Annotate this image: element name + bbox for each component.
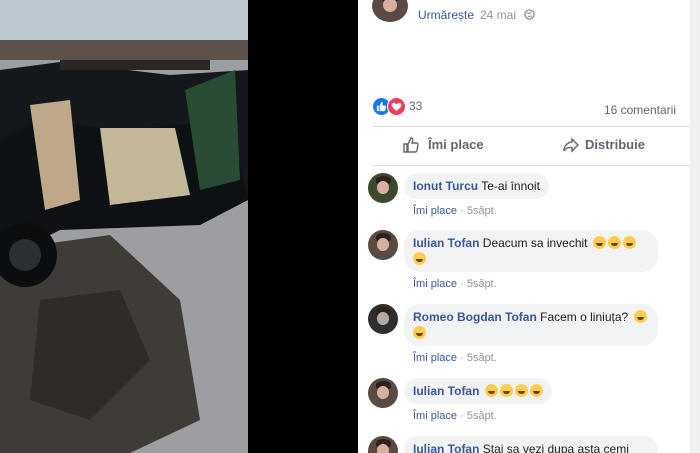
comment-time[interactable]: 5săpt.	[467, 352, 497, 364]
post-photo[interactable]	[0, 0, 248, 453]
separator-dot: ·	[468, 8, 472, 22]
post-header: Urmărește · 24 mai	[358, 0, 700, 30]
commenter-avatar[interactable]	[368, 436, 398, 453]
comment-like-link[interactable]: Îmi place	[413, 352, 457, 364]
post-panel: Urmărește · 24 mai 33 16 comentarii Îmi …	[358, 0, 700, 453]
separator-dot: ·	[460, 410, 464, 422]
comment-bubble: Iulian Tofan Deacum sa invechit	[404, 230, 658, 272]
commenter-avatar[interactable]	[368, 173, 398, 203]
page-avatar[interactable]	[372, 0, 408, 22]
comment-text: Deacum sa invechit	[482, 236, 588, 250]
comment-like-link[interactable]: Îmi place	[413, 410, 457, 422]
reaction-count: 33	[409, 99, 423, 113]
separator-dot: ·	[460, 352, 464, 364]
like-button-label: Îmi place	[428, 137, 484, 152]
comment-meta: Îmi place · 5săpt.	[413, 352, 497, 364]
rofl-emoji-icon	[633, 310, 647, 323]
rofl-emoji-icon	[484, 384, 498, 397]
rofl-emoji-icon	[413, 326, 426, 339]
rofl-emoji-icon	[514, 384, 528, 397]
comment-like-link[interactable]: Îmi place	[413, 278, 457, 290]
commenter-avatar[interactable]	[368, 230, 398, 260]
comment-meta: Îmi place · 5săpt.	[413, 205, 497, 217]
separator-dot: ·	[460, 205, 464, 217]
comment-author[interactable]: Romeo Bogdan Tofan	[413, 310, 537, 324]
comment-time[interactable]: 5săpt.	[467, 205, 497, 217]
comment-author[interactable]: Iulian Tofan	[413, 384, 479, 398]
comment-text: Stai sa vezi dupa asta cemi	[482, 442, 629, 453]
separator-dot: ·	[460, 278, 464, 290]
comment-text: Te-ai înnoit	[481, 179, 540, 193]
rofl-emoji-icon	[499, 384, 513, 397]
rofl-emoji-icon	[529, 384, 543, 397]
comment-author[interactable]: Iulian Tofan	[413, 442, 479, 453]
rofl-emoji-icon	[622, 236, 636, 249]
comment-bubble: Ionut Turcu Te-ai înnoit	[404, 173, 549, 199]
comment-time[interactable]: 5săpt.	[467, 278, 497, 290]
comment-author[interactable]: Ionut Turcu	[413, 179, 478, 193]
scrollbar[interactable]	[690, 0, 700, 453]
share-icon	[563, 137, 579, 153]
comments-count-link[interactable]: 16 comentarii	[604, 103, 676, 117]
comment-meta: Îmi place · 5săpt.	[413, 410, 497, 422]
comment-text: Facem o liniuța?	[540, 310, 629, 324]
comment-like-link[interactable]: Îmi place	[413, 205, 457, 217]
commenter-avatar[interactable]	[368, 304, 398, 334]
commenter-avatar[interactable]	[368, 378, 398, 408]
divider	[372, 165, 692, 166]
rofl-emoji-icon	[413, 252, 426, 265]
post-date[interactable]: 24 mai	[480, 8, 516, 22]
comment-meta: Îmi place · 5săpt.	[413, 278, 497, 290]
comment-bubble: Iulian Tofan Stai sa vezi dupa asta cemi	[404, 436, 658, 453]
love-reaction-icon	[387, 97, 406, 116]
comment-time[interactable]: 5săpt.	[467, 410, 497, 422]
follow-link[interactable]: Urmărește	[418, 8, 474, 22]
globe-icon	[524, 9, 535, 20]
comment-bubble: Romeo Bogdan Tofan Facem o liniuța?	[404, 304, 658, 346]
comment-author[interactable]: Iulian Tofan	[413, 236, 479, 250]
car-photo-illustration	[0, 0, 248, 453]
share-button-label: Distribuie	[585, 137, 645, 152]
rofl-emoji-icon	[607, 236, 621, 249]
comment-bubble: Iulian Tofan	[404, 378, 552, 404]
divider	[372, 126, 692, 127]
rofl-emoji-icon	[592, 236, 606, 249]
thumbs-up-icon	[403, 137, 419, 153]
